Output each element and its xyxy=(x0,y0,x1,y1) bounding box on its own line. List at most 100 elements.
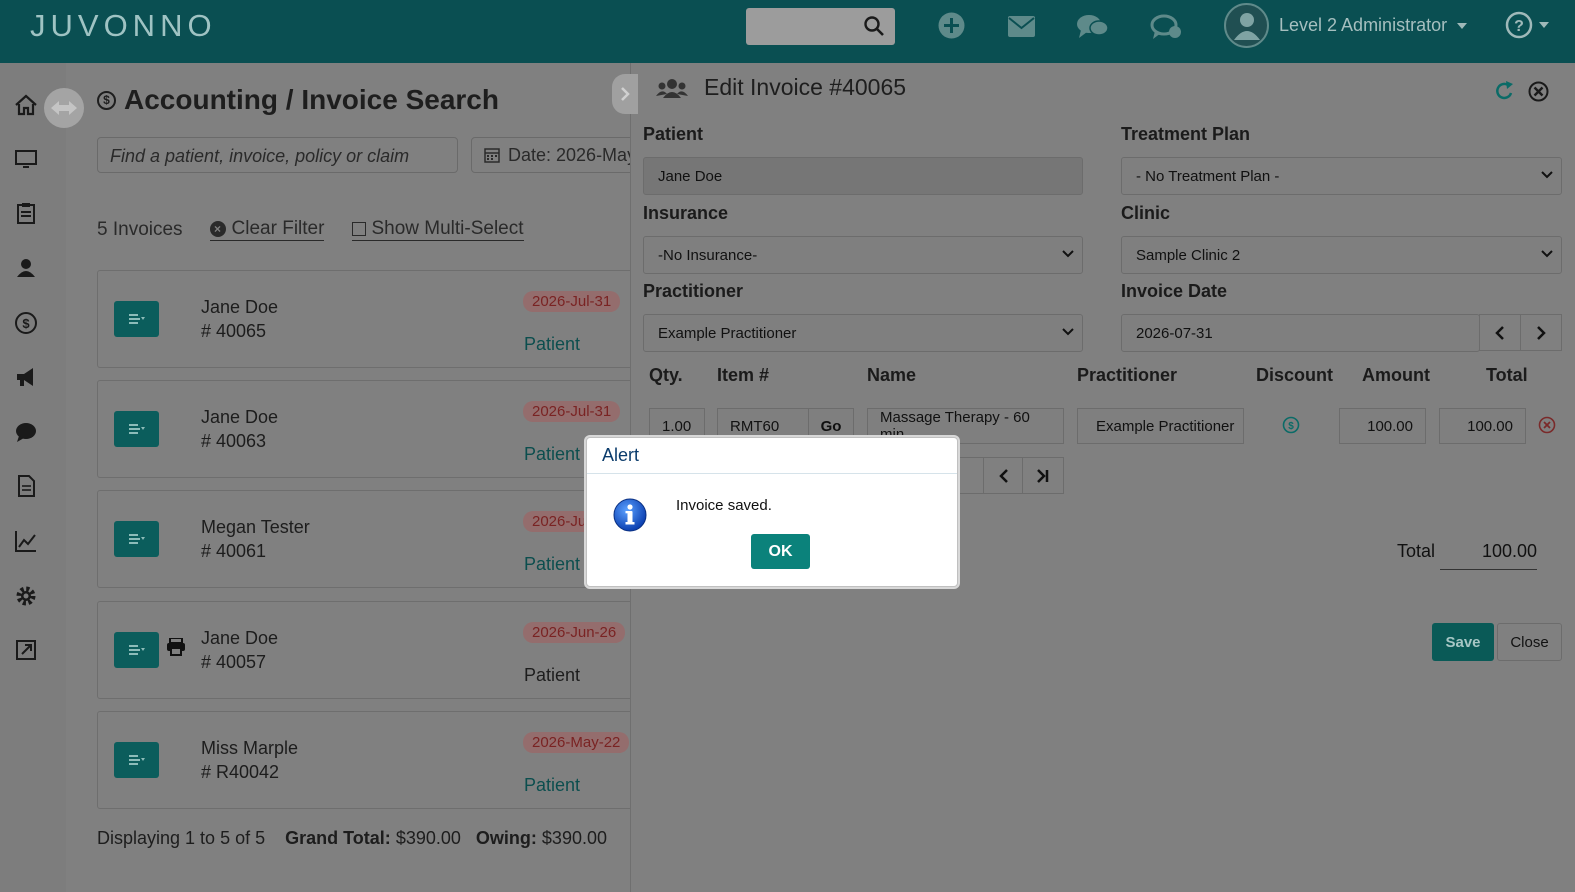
add-icon[interactable] xyxy=(938,12,965,44)
results-footer: Displaying 1 to 5 of 5 Grand Total: $390… xyxy=(97,828,607,849)
menu-icon xyxy=(128,755,145,765)
line-practitioner-select[interactable]: Example Practitioner xyxy=(1077,408,1244,444)
invoice-number: # 40063 xyxy=(201,431,267,451)
treatment-plan-select[interactable]: - No Treatment Plan - xyxy=(1121,157,1562,195)
speech-bubble-icon[interactable] xyxy=(14,420,38,444)
patient-name[interactable]: Jane Doe xyxy=(201,628,278,649)
next-date-button[interactable] xyxy=(1520,314,1562,351)
clear-filter-link[interactable]: × Clear Filter xyxy=(209,218,325,241)
invoice-card[interactable]: Megan Tester # 40061 2026-Ju Patient xyxy=(97,490,637,588)
top-bar: JUVONNO Level 2 Administrator ? xyxy=(0,0,1575,63)
svg-text:$: $ xyxy=(1288,421,1294,432)
invoice-card[interactable]: Miss Marple # R40042 2026-May-22 Patient xyxy=(97,711,637,809)
megaphone-icon[interactable] xyxy=(14,365,38,389)
menu-icon xyxy=(128,424,145,434)
invoice-search-input[interactable]: Find a patient, invoice, policy or claim xyxy=(97,137,458,173)
previous-page-button[interactable] xyxy=(983,457,1025,494)
invoice-date-input[interactable]: 2026-07-31 xyxy=(1121,314,1480,352)
patient-name[interactable]: Jane Doe xyxy=(201,297,278,318)
clipboard-icon[interactable] xyxy=(14,201,38,225)
gear-icon[interactable] xyxy=(14,584,38,608)
patient-name[interactable]: Jane Doe xyxy=(201,407,278,428)
invoice-action-button[interactable] xyxy=(114,521,159,557)
remove-line-icon[interactable] xyxy=(1538,416,1556,439)
date-filter[interactable]: Date: 2026-May xyxy=(471,137,641,173)
practitioner-select[interactable]: Example Practitioner xyxy=(643,314,1083,352)
print-icon[interactable] xyxy=(166,637,186,661)
chevron-down-icon xyxy=(1062,250,1074,258)
save-button[interactable]: Save xyxy=(1432,623,1494,661)
refresh-icon[interactable] xyxy=(1494,81,1516,106)
invoice-card[interactable]: Jane Doe # 40057 2026-Jun-26 Patient xyxy=(97,601,637,699)
dollar-icon[interactable]: $ xyxy=(14,311,38,335)
invoice-action-button[interactable] xyxy=(114,411,159,447)
help-menu[interactable]: ? xyxy=(1505,11,1549,39)
invoice-action-button[interactable] xyxy=(114,301,159,337)
insurance-value: -No Insurance- xyxy=(658,246,758,264)
qty-column-header: Qty. xyxy=(649,365,683,385)
mail-icon[interactable] xyxy=(1008,16,1035,42)
invoice-action-button[interactable] xyxy=(114,632,159,668)
clinic-select[interactable]: Sample Clinic 2 xyxy=(1121,236,1562,274)
invoice-date-badge: 2026-Ju xyxy=(523,511,596,532)
invoice-date-badge: 2026-May-22 xyxy=(523,732,630,753)
juvonno-logo[interactable]: JUVONNO xyxy=(30,8,217,44)
show-multi-select-toggle[interactable]: Show Multi-Select xyxy=(352,218,524,241)
ok-button[interactable]: OK xyxy=(751,534,810,569)
collapse-sidebar-button[interactable] xyxy=(44,88,84,128)
people-icon[interactable] xyxy=(14,256,38,280)
invoice-card[interactable]: Jane Doe # 40063 2026-Jul-31 Patient xyxy=(97,380,637,478)
treatment-plan-label: Treatment Plan xyxy=(1121,124,1251,144)
chat-icon[interactable] xyxy=(1076,13,1109,45)
owing-label: Owing: xyxy=(475,828,537,848)
previous-date-button[interactable] xyxy=(1479,314,1521,351)
payer-type: Patient xyxy=(524,334,581,354)
invoice-number: # 40061 xyxy=(201,541,267,561)
discount-dollar-icon[interactable]: $ xyxy=(1282,416,1300,439)
calendar-icon xyxy=(484,148,500,163)
svg-text:?: ? xyxy=(1514,18,1524,35)
monitor-icon[interactable] xyxy=(14,147,38,171)
payer-type: Patient xyxy=(524,665,581,685)
show-multi-select-label: Show Multi-Select xyxy=(371,218,524,239)
export-icon[interactable] xyxy=(14,638,38,662)
invoice-date-badge: 2026-Jul-31 xyxy=(523,401,621,422)
menu-icon xyxy=(128,534,145,544)
avatar-icon xyxy=(1224,3,1269,48)
global-search-input[interactable] xyxy=(746,8,895,45)
total-column-header: Total xyxy=(1486,365,1528,385)
search-icon[interactable] xyxy=(863,15,885,42)
clear-filter-label: Clear Filter xyxy=(231,218,325,239)
insurance-select[interactable]: -No Insurance- xyxy=(643,236,1083,274)
amount-input[interactable]: 100.00 xyxy=(1339,408,1426,444)
chevron-left-icon xyxy=(999,468,1008,483)
collapse-panel-button[interactable] xyxy=(612,74,638,114)
chevron-down-icon xyxy=(1541,171,1553,179)
checkbox[interactable] xyxy=(352,222,367,236)
chevron-down-icon xyxy=(1539,22,1549,28)
chevron-right-icon xyxy=(1537,325,1546,340)
invoice-date-badge: 2026-Jun-26 xyxy=(523,622,626,643)
invoice-card[interactable]: Jane Doe # 40065 2026-Jul-31 Patient xyxy=(97,270,637,368)
payer-type: Patient xyxy=(524,444,581,464)
left-navigation: $ xyxy=(0,63,66,892)
support-chat-icon[interactable] xyxy=(1150,13,1183,45)
close-button[interactable]: Close xyxy=(1497,623,1562,661)
document-icon[interactable] xyxy=(14,474,38,498)
chevron-right-icon xyxy=(621,87,630,101)
chart-icon[interactable] xyxy=(14,529,38,553)
invoice-action-button[interactable] xyxy=(114,742,159,778)
grand-total-value: $390.00 xyxy=(395,828,461,848)
invoice-date-label: Invoice Date xyxy=(1121,281,1228,301)
patient-name[interactable]: Megan Tester xyxy=(201,517,310,538)
patient-name[interactable]: Miss Marple xyxy=(201,738,298,759)
treatment-plan-value: - No Treatment Plan - xyxy=(1136,167,1280,185)
last-page-button[interactable] xyxy=(1022,457,1064,494)
user-menu[interactable]: Level 2 Administrator xyxy=(1224,3,1468,48)
line-total-input[interactable]: 100.00 xyxy=(1439,408,1526,444)
close-icon[interactable] xyxy=(1528,81,1549,107)
patient-field[interactable]: Jane Doe xyxy=(643,157,1083,195)
home-icon[interactable] xyxy=(14,93,38,117)
page-title-text: Accounting / Invoice Search xyxy=(124,84,499,115)
date-filter-text: Date: 2026-May xyxy=(508,144,637,165)
